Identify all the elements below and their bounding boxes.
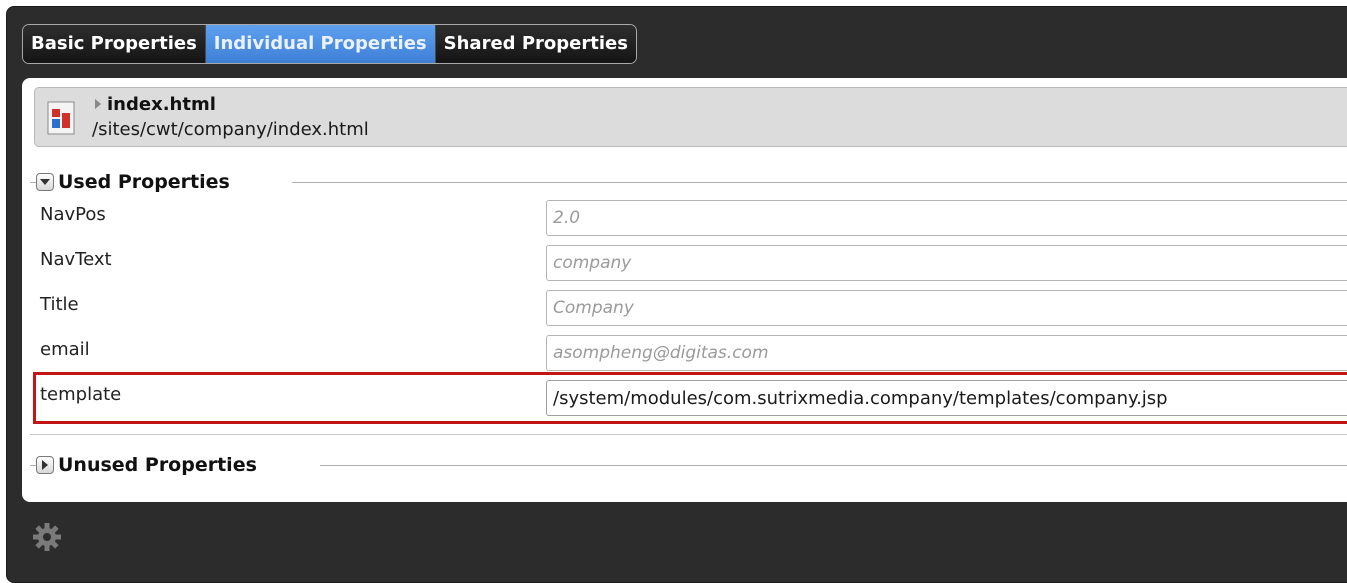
file-path: /sites/cwt/company/index.html bbox=[92, 119, 369, 140]
section-divider bbox=[30, 434, 1347, 435]
tab-shared-properties[interactable]: Shared Properties bbox=[435, 25, 636, 63]
used-properties-legend: Used Properties bbox=[36, 171, 230, 193]
title-input[interactable] bbox=[546, 290, 1347, 326]
property-row: NavPos bbox=[38, 198, 1347, 242]
email-input[interactable] bbox=[546, 335, 1347, 371]
navtext-input[interactable] bbox=[546, 245, 1347, 281]
tab-basic-properties[interactable]: Basic Properties bbox=[23, 25, 206, 63]
unused-properties-rule-right bbox=[320, 465, 1347, 466]
file-header: index.html /sites/cwt/company/index.html bbox=[34, 87, 1347, 147]
collapse-arrow-icon[interactable] bbox=[36, 173, 54, 191]
gear-icon[interactable] bbox=[32, 522, 62, 552]
properties-panel: index.html /sites/cwt/company/index.html… bbox=[22, 78, 1347, 502]
property-label: NavText bbox=[40, 249, 112, 270]
property-label: Title bbox=[40, 294, 79, 315]
expand-file-arrow-icon[interactable] bbox=[95, 99, 101, 109]
property-row: template bbox=[38, 378, 1347, 422]
tab-bar: Basic Properties Individual Properties S… bbox=[22, 24, 637, 64]
used-properties-title: Used Properties bbox=[58, 171, 230, 193]
unused-properties-legend: Unused Properties bbox=[36, 454, 257, 476]
file-name: index.html bbox=[107, 94, 216, 115]
template-input[interactable] bbox=[546, 380, 1347, 416]
unused-properties-title: Unused Properties bbox=[58, 454, 257, 476]
property-label: NavPos bbox=[40, 204, 106, 225]
property-label: template bbox=[40, 384, 122, 405]
property-row: email bbox=[38, 333, 1347, 377]
used-properties-rule-right bbox=[292, 182, 1347, 183]
expand-arrow-icon[interactable] bbox=[36, 456, 54, 474]
navpos-input[interactable] bbox=[546, 200, 1347, 236]
tab-individual-properties[interactable]: Individual Properties bbox=[205, 25, 436, 63]
property-row: NavText bbox=[38, 243, 1347, 287]
html-page-icon bbox=[47, 101, 75, 135]
property-row: Title bbox=[38, 288, 1347, 332]
property-label: email bbox=[40, 339, 90, 360]
